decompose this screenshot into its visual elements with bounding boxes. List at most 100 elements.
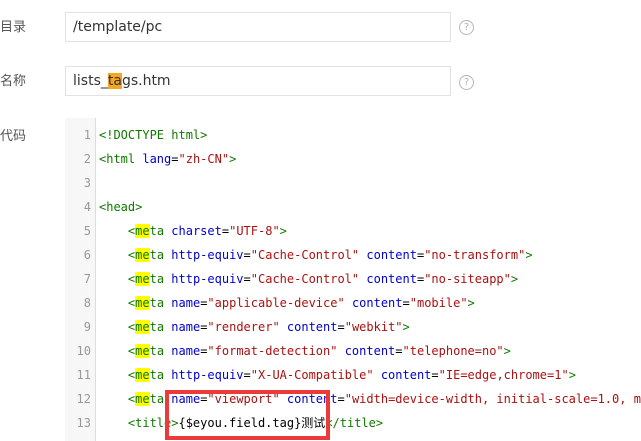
code-token: "UTF-8" [229,224,280,238]
code-line: 10 <meta name="format-detection" content… [65,339,641,363]
line-number: 10 [76,344,91,358]
code-text: <!DOCTYPE html> [99,123,207,147]
code-token: "zh-CN" [178,152,230,166]
code-token: "format-detection" [207,344,338,358]
line-number: 11 [76,368,91,382]
code-line: 7 <meta http-equiv="Cache-Control" conte… [65,267,641,291]
code-token: me [135,368,150,382]
code-token: content [351,296,403,310]
code-token: > [510,272,519,286]
code-token: content [286,320,338,334]
code-line: 6 <meta http-equiv="Cache-Control" conte… [65,243,641,267]
line-number: 9 [83,320,91,334]
line-number: 3 [83,176,91,190]
code-token: "mobile" [409,296,468,310]
annotation-box [165,390,330,440]
code-token: = [431,368,439,382]
filename-text-pre: lists_ [73,73,108,89]
code-line: 9 <meta name="renderer" content="webkit"… [65,315,641,339]
code-line: 13 <title>{$eyou.field.tag}测试</title> [65,411,641,435]
code-token: "telephone=no" [402,344,504,358]
code-token: "webkit" [344,320,403,334]
code-token: me [135,272,150,286]
line-number: 7 [83,272,91,286]
line-number: 8 [83,296,91,310]
directory-input[interactable]: /template/pc [65,12,451,42]
code-token: me [135,248,150,262]
code-token: http-equiv [171,248,244,262]
code-token: http-equiv [171,368,244,382]
code-token: > [503,344,511,358]
code-token: "Cache-Control" [250,272,360,286]
code-editor[interactable]: 1 <!DOCTYPE html> 2 <html lang="zh-CN"> 3 4 <h… [65,118,641,441]
code-line: 3 [65,171,641,195]
code-token: > [402,320,410,334]
code-token: = [402,296,410,310]
code-line: 5 <meta charset="UTF-8"> [65,219,641,243]
code-token: > [525,248,533,262]
code-line: 11 <meta http-equiv="X-UA-Compatible" co… [65,363,641,387]
code-token: = [221,224,230,238]
code-token: = [337,392,345,406]
code-token: "IE=edge,chrome=1" [438,368,569,382]
code-text: <meta name="applicable-device" content="… [99,291,475,315]
code-token: ta [149,272,172,286]
code-token: </title> [325,416,384,430]
code-token: ta [149,368,172,382]
code-token: = [243,248,251,262]
code-token: me [135,392,150,406]
code-token: > [467,296,475,310]
code-token: "X-UA-Compatible" [250,368,374,382]
code-token: name [171,296,201,310]
code-line: 4 <head> [65,195,641,219]
code-token: "no-transform" [424,248,526,262]
line-number: 6 [83,248,91,262]
code-text: <html lang="zh-CN"> [99,147,236,171]
code-token: charset [171,224,222,238]
code-token: "applicable-device" [207,296,345,310]
code-token: <!DOCTYPE html> [99,128,208,142]
code-line: 1 <!DOCTYPE html> [65,123,641,147]
help-icon[interactable]: ? [459,20,474,35]
code-token: name [171,344,201,358]
code-token: ta [149,344,172,358]
filename-label: 名称 [0,74,27,89]
filename-input[interactable]: lists_tags.htm [65,66,451,96]
code-text: <meta http-equiv="X-UA-Compatible" conte… [99,363,576,387]
code-token: "width=device-width, initial-scale=1.0, … [344,392,641,406]
filename-text-highlight: ta [107,73,122,89]
line-number: 12 [76,392,91,406]
code-token: "renderer" [207,320,280,334]
code-text: <meta http-equiv="Cache-Control" content… [99,267,518,291]
code-token: <head> [99,200,143,214]
code-token: = [395,344,403,358]
code-token: me [135,296,150,310]
code-text: <meta http-equiv="Cache-Control" content… [99,243,533,267]
code-line: 8 <meta name="applicable-device" content… [65,291,641,315]
code-text: <meta charset="UTF-8"> [99,219,287,243]
code-token: name [171,320,201,334]
code-token: content [344,344,396,358]
code-token: content [380,368,432,382]
code-token: = [171,152,179,166]
code-token: me [135,224,150,238]
line-number: 5 [83,224,91,238]
code-token: content [366,272,417,286]
code-token: = [243,368,251,382]
code-token: me [135,320,150,334]
help-icon[interactable]: ? [459,75,474,90]
code-text: <meta name="renderer" content="webkit"> [99,315,410,339]
line-number: 1 [83,128,91,142]
code-token: = [337,320,345,334]
code-label: 代码 [0,129,27,144]
